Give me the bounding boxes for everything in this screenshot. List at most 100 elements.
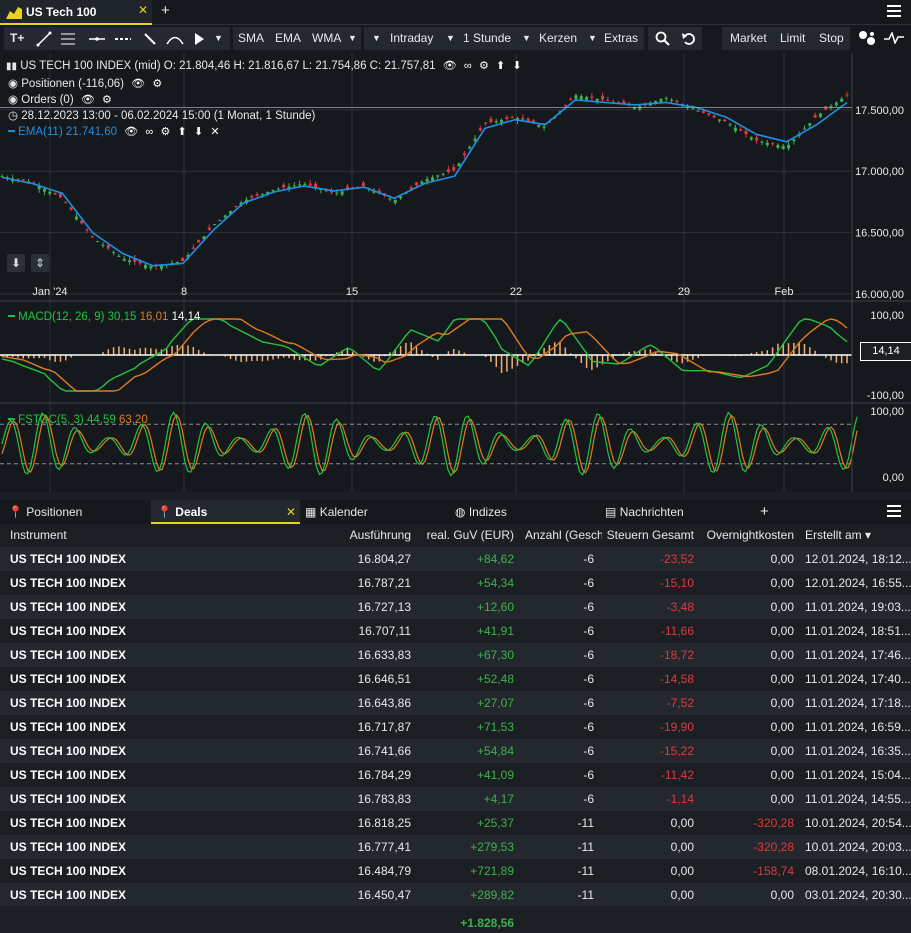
header-instrument[interactable]: Instrument	[10, 524, 67, 546]
line-tool-icon[interactable]	[36, 31, 52, 47]
fibonacci-tool-icon[interactable]	[60, 31, 76, 47]
settings-icon[interactable]: ⚙	[160, 125, 170, 138]
eye-icon[interactable]: 👁	[124, 125, 138, 138]
table-row[interactable]: US TECH 100 INDEX 16.707,11 +41,91 -6 -11,66…	[0, 619, 911, 643]
sma-button[interactable]: SMA	[238, 27, 264, 50]
extras-select[interactable]: Extras	[604, 27, 638, 50]
arrow-down-icon[interactable]: ⬇	[194, 125, 203, 138]
brush-tool-icon[interactable]	[142, 31, 158, 47]
macd-hist-value: 14,14	[171, 311, 201, 323]
pointer-tool-icon[interactable]	[192, 31, 206, 47]
undo-icon[interactable]	[681, 31, 696, 46]
panel-menu-icon[interactable]	[887, 505, 901, 517]
interval-select[interactable]: Intraday	[390, 27, 433, 50]
horizontal-line-icon[interactable]	[88, 31, 106, 47]
extras-dropdown-icon[interactable]: ▼	[588, 27, 597, 50]
table-row[interactable]: US TECH 100 INDEX 16.717,87 +71,53 -6 -19,90…	[0, 715, 911, 739]
table-row[interactable]: US TECH 100 INDEX 16.818,25 +25,37 -11 0,00 -…	[0, 811, 911, 835]
candle-body	[717, 119, 721, 121]
eye-icon[interactable]: 👁	[443, 59, 457, 72]
table-row[interactable]: US TECH 100 INDEX 16.727,13 +12,60 -6 -3,48 0…	[0, 595, 911, 619]
table-row[interactable]: US TECH 100 INDEX 16.784,29 +41,09 -6 -11,42…	[0, 763, 911, 787]
candle-body	[755, 137, 759, 141]
expand-icon[interactable]: ⇕	[31, 254, 49, 272]
chart-style-select[interactable]: Kerzen	[539, 27, 577, 50]
header-guv[interactable]: real. GuV (EUR)	[427, 524, 514, 546]
arrow-down-icon[interactable]: ⬇	[512, 59, 521, 72]
header-erstellt[interactable]: Erstellt am ▾	[805, 524, 871, 546]
table-row[interactable]: US TECH 100 INDEX 16.643,86 +27,07 -6 -7,52 0…	[0, 691, 911, 715]
close-tab-icon[interactable]: ✕	[286, 500, 296, 524]
scroll-down-icon[interactable]: ⬇	[7, 254, 25, 272]
indicator-group: SMA EMA WMA ▼	[233, 27, 361, 50]
table-row[interactable]: US TECH 100 INDEX 16.633,83 +67,30 -6 -18,72…	[0, 643, 911, 667]
market-order-button[interactable]: Market	[730, 27, 767, 50]
cell-overnight: -320,28	[753, 840, 794, 854]
header-anzahl[interactable]: Anzahl (Geschl	[525, 524, 602, 546]
table-row[interactable]: US TECH 100 INDEX 16.787,21 +54,34 -6 -15,10…	[0, 571, 911, 595]
header-steuern[interactable]: Steuern Gesamt	[607, 524, 694, 546]
stop-order-button[interactable]: Stop	[819, 27, 844, 50]
style-dropdown-icon[interactable]: ▼	[522, 27, 531, 50]
tools-dropdown-icon[interactable]: ▼	[214, 27, 223, 50]
tab-deals[interactable]: 📍 Deals ✕	[151, 500, 300, 524]
zoom-icon[interactable]	[655, 31, 670, 46]
cell-instrument: US TECH 100 INDEX	[10, 696, 127, 710]
ema-value: 21.741,60	[65, 126, 118, 138]
arrow-up-icon[interactable]: ⬆	[496, 59, 505, 72]
tab-us-tech-100[interactable]: US Tech 100 ✕	[0, 0, 152, 25]
arrow-up-icon[interactable]: ⬆	[178, 125, 187, 138]
table-row[interactable]: US TECH 100 INDEX 16.777,41 +279,53 -11 0,00…	[0, 835, 911, 859]
link-icon[interactable]: ∞	[145, 126, 153, 138]
hamburger-menu-icon[interactable]	[887, 5, 901, 17]
period-select[interactable]: 1 Stunde	[463, 27, 511, 50]
candle-body	[744, 130, 748, 135]
cell-overnight: 0,00	[770, 624, 794, 638]
candle-body	[48, 191, 52, 194]
eye-icon[interactable]: 👁	[81, 93, 95, 106]
tab-nachrichten[interactable]: ▤ Nachrichten	[605, 500, 684, 524]
cell-steuern: -7,52	[666, 696, 694, 710]
cell-overnight: 0,00	[770, 768, 794, 782]
stoc-tick-label: 0,00	[883, 472, 904, 484]
candle-body	[462, 153, 466, 156]
link-icon[interactable]: ∞	[464, 60, 472, 72]
settings-icon[interactable]: ⚙	[152, 77, 162, 90]
cell-anzahl: -6	[583, 672, 594, 686]
curve-tool-icon[interactable]	[166, 31, 184, 47]
tab-positionen[interactable]: 📍 Positionen	[8, 500, 82, 524]
limit-order-button[interactable]: Limit	[780, 27, 805, 50]
settings-icon[interactable]: ⚙	[479, 59, 489, 72]
wma-button[interactable]: WMA	[312, 27, 341, 50]
add-panel-tab-button[interactable]: +	[760, 500, 769, 524]
candle-legend-icon: ▮▮	[6, 61, 18, 72]
add-tab-button[interactable]: +	[161, 2, 170, 19]
table-row[interactable]: US TECH 100 INDEX 16.783,83 +4,17 -6 -1,14 0,…	[0, 787, 911, 811]
chart-area[interactable]: 17.500,00 17.000,00 16.500,00 16.000,00 Jan …	[0, 53, 911, 492]
tab-kalender[interactable]: ▦ Kalender	[305, 500, 368, 524]
table-row[interactable]: US TECH 100 INDEX 16.450,47 +289,82 -11 0,00…	[0, 883, 911, 907]
radio-icon[interactable]: ◉	[8, 94, 18, 106]
text-tool-icon[interactable]: T+	[10, 27, 24, 50]
pulse-icon[interactable]	[884, 32, 904, 44]
header-overnight[interactable]: Overnightkosten	[707, 524, 794, 546]
close-tab-icon[interactable]: ✕	[138, 3, 148, 17]
period-dropdown-icon[interactable]: ▼	[446, 27, 455, 50]
interval-dropdown-icon[interactable]: ▼	[372, 27, 381, 50]
chart-settings-icon[interactable]	[858, 30, 878, 46]
dotted-line-icon[interactable]	[114, 31, 132, 47]
table-row[interactable]: US TECH 100 INDEX 16.646,51 +52,48 -6 -14,58…	[0, 667, 911, 691]
ema-button[interactable]: EMA	[275, 27, 301, 50]
close-icon[interactable]: ✕	[210, 125, 219, 138]
eye-icon[interactable]: 👁	[131, 77, 145, 90]
table-row[interactable]: US TECH 100 INDEX 16.741,66 +54,84 -6 -15,22…	[0, 739, 911, 763]
candle-body	[808, 123, 812, 126]
radio-icon[interactable]: ◉	[8, 78, 18, 90]
header-ausfuehrung[interactable]: Ausführung	[350, 524, 411, 546]
candle-body	[500, 119, 504, 123]
tab-indizes[interactable]: ◍ Indizes	[455, 500, 507, 524]
settings-icon[interactable]: ⚙	[102, 93, 112, 106]
table-row[interactable]: US TECH 100 INDEX 16.484,79 +721,89 -11 0,00…	[0, 859, 911, 883]
indicator-dropdown-icon[interactable]: ▼	[348, 27, 357, 50]
table-row[interactable]: US TECH 100 INDEX 16.804,27 +84,62 -6 -23,52…	[0, 547, 911, 571]
